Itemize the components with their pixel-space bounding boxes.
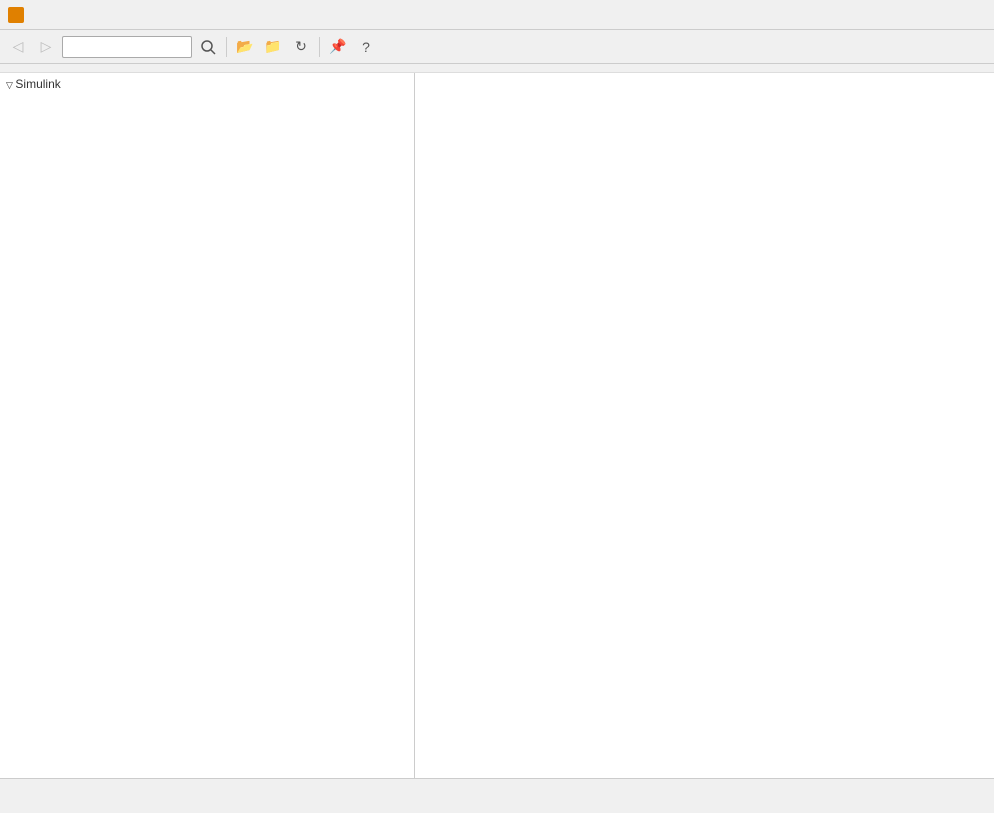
open-button[interactable]: 📂 xyxy=(233,35,257,59)
main-content: Simulink xyxy=(0,73,994,778)
forward-button[interactable]: ▷ xyxy=(34,35,58,59)
search-input[interactable] xyxy=(62,36,192,58)
toolbar: ◁ ▷ 📂 📁 ↻ 📌 ? xyxy=(0,30,994,64)
window-controls xyxy=(892,5,986,25)
minimize-button[interactable] xyxy=(892,5,922,25)
app-icon xyxy=(8,7,24,23)
toolbar-separator-1 xyxy=(226,37,227,57)
title-bar xyxy=(0,0,994,30)
tree-root-simulink[interactable]: Simulink xyxy=(0,73,414,96)
maximize-button[interactable] xyxy=(924,5,954,25)
back-button[interactable]: ◁ xyxy=(6,35,30,59)
status-bar xyxy=(0,778,994,798)
toolbar-separator-2 xyxy=(319,37,320,57)
close-button[interactable] xyxy=(956,5,986,25)
folder-button[interactable]: 📁 xyxy=(261,35,285,59)
help-button[interactable]: ? xyxy=(354,35,378,59)
breadcrumb xyxy=(0,64,994,73)
left-panel: Simulink xyxy=(0,73,415,778)
search-button[interactable] xyxy=(196,35,220,59)
pin-button[interactable]: 📌 xyxy=(326,35,350,59)
refresh-button[interactable]: ↻ xyxy=(289,35,313,59)
right-panel xyxy=(415,73,994,778)
